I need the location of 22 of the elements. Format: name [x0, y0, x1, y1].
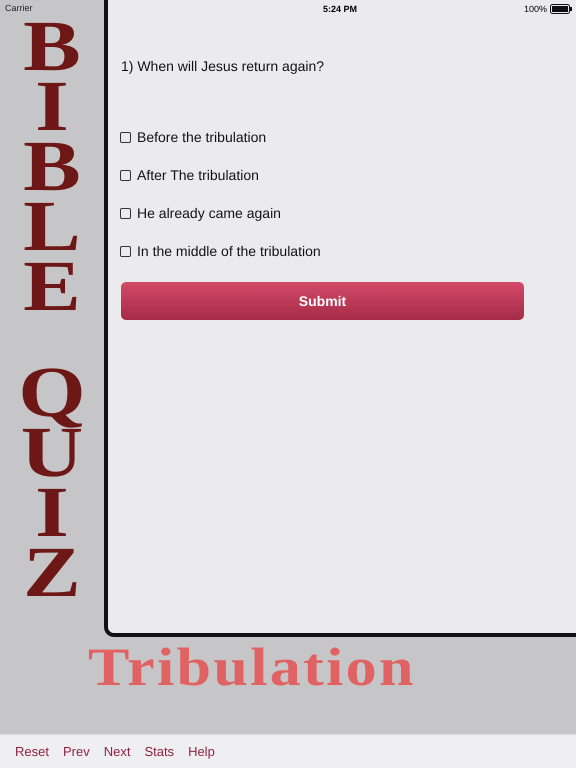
- submit-button[interactable]: Submit: [121, 282, 524, 320]
- toolbar-link[interactable]: Help: [188, 744, 215, 759]
- answer-option: He already came again: [137, 205, 281, 221]
- checkbox[interactable]: [120, 132, 131, 142]
- toolbar-link[interactable]: Stats: [144, 744, 174, 759]
- checkbox[interactable]: [120, 170, 131, 180]
- toolbar-link[interactable]: Next: [104, 744, 130, 759]
- battery-percent: 100%: [524, 4, 547, 14]
- checkbox[interactable]: [120, 246, 131, 256]
- question-text: 1) When will Jesus return again?: [121, 58, 324, 74]
- checkbox[interactable]: [120, 208, 131, 218]
- answer-option: In the middle of the tribulation: [137, 243, 321, 259]
- battery-icon: [550, 4, 572, 14]
- toolbar-link[interactable]: Prev: [62, 744, 90, 759]
- answer-option: Before the tribulation: [137, 129, 266, 145]
- quiz-subtitle: Tribulation: [88, 637, 416, 697]
- carrier-name: Carrier: [5, 3, 33, 13]
- toolbar-link[interactable]: Reset: [15, 744, 49, 759]
- title-word: BIBLE: [23, 16, 82, 316]
- answer-option: After The tribulation: [137, 167, 259, 183]
- title-word: QUIZ: [17, 362, 87, 602]
- status-time: 5:24 PM: [322, 4, 357, 14]
